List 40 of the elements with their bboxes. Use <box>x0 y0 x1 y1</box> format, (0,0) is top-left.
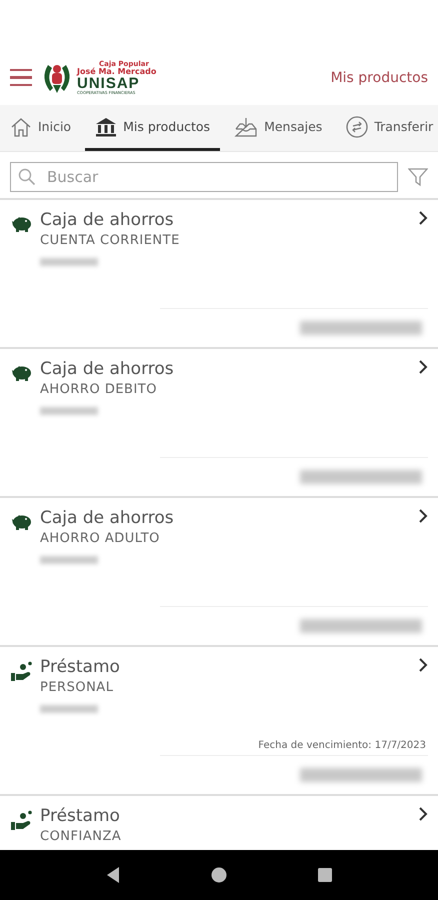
tab[interactable]: Inicio <box>0 105 82 151</box>
inbox-download-icon <box>234 116 258 136</box>
product-type: AHORRO ADULTO <box>40 531 161 546</box>
chevron-right-icon[interactable] <box>418 657 428 673</box>
masked-account-number <box>40 407 98 415</box>
home-icon[interactable] <box>211 867 227 883</box>
product-title: Caja de ahorros <box>40 359 175 379</box>
recents-icon[interactable] <box>317 867 333 883</box>
tab[interactable]: Mensajes <box>224 105 332 151</box>
chevron-right-icon[interactable] <box>418 359 428 375</box>
bank-icon <box>95 116 118 136</box>
house-icon <box>10 116 32 136</box>
tab[interactable]: Transferir <box>336 105 438 151</box>
product-title: Préstamo <box>40 806 121 826</box>
transfer-icon <box>346 116 368 138</box>
chevron-right-icon[interactable] <box>418 806 428 822</box>
masked-account-number <box>40 556 98 564</box>
logo-text: José Ma. Mercado <box>77 68 156 76</box>
masked-account-number <box>40 258 98 266</box>
search-field[interactable]: Buscar <box>10 162 398 192</box>
tab[interactable]: Mis productos <box>85 105 220 151</box>
hand-coin-icon <box>10 661 34 683</box>
masked-account-number <box>40 705 98 713</box>
menu-icon[interactable] <box>10 68 32 86</box>
product-type: CUENTA CORRIENTE <box>40 233 181 248</box>
chevron-right-icon[interactable] <box>418 210 428 226</box>
hand-coin-icon <box>10 810 34 832</box>
product-title: Caja de ahorros <box>40 210 175 230</box>
logo-brand: UNISAP <box>77 76 140 90</box>
page-title: Mis productos <box>330 70 428 86</box>
product-type: AHORRO DEBITO <box>40 382 158 397</box>
filter-icon[interactable] <box>408 167 428 187</box>
product-title: Préstamo <box>40 657 121 677</box>
product-title: Caja de ahorros <box>40 508 175 528</box>
back-icon[interactable] <box>105 866 121 884</box>
chevron-right-icon[interactable] <box>418 508 428 524</box>
product-type: CONFIANZA <box>40 829 122 844</box>
product-type: PERSONAL <box>40 680 114 695</box>
search-icon <box>18 168 36 186</box>
due-date: Fecha de vencimiento: 17/7/2023 <box>258 740 427 753</box>
